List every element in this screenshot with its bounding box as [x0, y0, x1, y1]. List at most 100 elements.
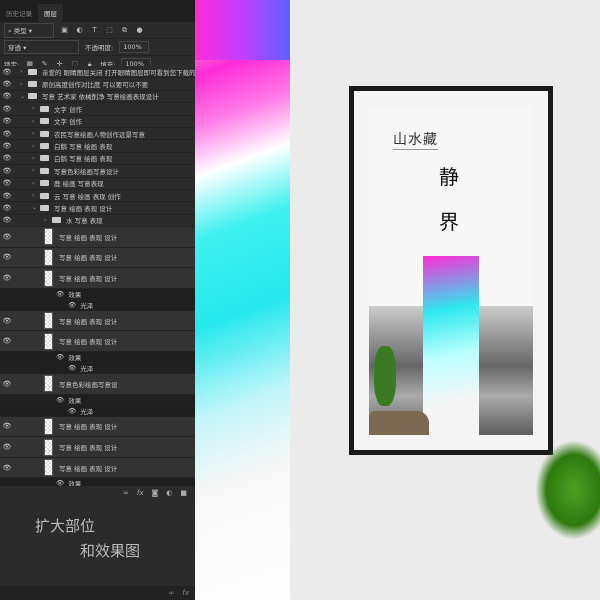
visibility-eye-icon[interactable]: 👁︎: [0, 443, 14, 451]
chevron-right-icon[interactable]: ›: [20, 68, 28, 75]
blend-mode-select[interactable]: 穿透 ▾: [4, 40, 79, 54]
chevron-right-icon[interactable]: ›: [32, 105, 40, 112]
fx-icon[interactable]: fx: [137, 489, 144, 497]
layer-item[interactable]: 👁︎ 写意 绘画 表现 设计: [0, 227, 195, 248]
chevron-right-icon[interactable]: ›: [32, 130, 40, 137]
layer-item[interactable]: 👁︎ 写意 绘画 表现 设计: [0, 331, 195, 353]
shape-filter-icon[interactable]: ⬚: [105, 26, 114, 34]
layer-group[interactable]: 👁︎ › 水 写意 表现: [0, 214, 195, 228]
layer-group[interactable]: 👁︎ › 鹿 绘画 写意表现: [0, 177, 195, 190]
plant-decoration: [535, 440, 600, 540]
chevron-right-icon[interactable]: ›: [32, 180, 40, 187]
chevron-right-icon[interactable]: ›: [32, 118, 40, 125]
visibility-eye-icon[interactable]: 👁︎: [0, 233, 14, 241]
adjustment-filter-icon[interactable]: ◐: [75, 26, 84, 34]
layer-group[interactable]: 👁︎ › 云 写意 绘画 表现 创作: [0, 189, 195, 203]
visibility-eye-icon[interactable]: 👁︎: [0, 192, 14, 200]
visibility-eye-icon[interactable]: 👁︎: [0, 380, 14, 388]
link-icon[interactable]: ∞: [123, 489, 129, 497]
tab-history[interactable]: 历史记录: [0, 4, 38, 22]
layer-list: 👁︎ › 亲爱的 眼睛图层关闭 打开眼睛图层即可看到您下载的方 👁︎ › 原创高度创作对比…: [0, 66, 195, 490]
visibility-eye-icon[interactable]: 👁︎: [56, 353, 64, 361]
chevron-down-icon[interactable]: ⌄: [32, 204, 40, 211]
layer-name: 效果: [68, 290, 82, 299]
layer-name: 写意 绘画 表现 设计: [59, 317, 118, 326]
layer-group[interactable]: 👁︎ › 文字 创作: [0, 103, 195, 116]
visibility-eye-icon[interactable]: 👁︎: [0, 92, 14, 100]
layer-group[interactable]: 👁︎ › 白鹅 写意 绘画 表现: [0, 152, 195, 166]
chevron-down-icon[interactable]: ⌄: [20, 93, 28, 100]
folder-icon: [40, 192, 49, 199]
folder-icon[interactable]: ■: [180, 489, 187, 497]
visibility-eye-icon[interactable]: 👁︎: [0, 337, 14, 345]
chevron-right-icon[interactable]: ›: [20, 81, 28, 88]
visibility-eye-icon[interactable]: 👁︎: [56, 396, 64, 404]
folder-icon: [28, 68, 37, 75]
chevron-right-icon[interactable]: ›: [32, 143, 40, 150]
layer-effect-item[interactable]: 👁︎ 光泽: [0, 405, 195, 417]
visibility-eye-icon[interactable]: 👁︎: [0, 317, 14, 325]
mask-icon[interactable]: ◙: [151, 489, 158, 497]
smart-object-filter-icon[interactable]: ⧉: [120, 26, 129, 35]
visibility-eye-icon[interactable]: 👁︎: [0, 167, 14, 175]
visibility-eye-icon[interactable]: 👁︎: [56, 290, 64, 298]
layer-name: 效果: [68, 396, 82, 405]
layer-item[interactable]: 👁︎ 写意 绘画 表现 设计: [0, 457, 195, 479]
layer-group[interactable]: 👁︎ › 白鹅 写意 绘画 表现: [0, 140, 195, 153]
layer-item[interactable]: 👁︎ 写意 绘画 表现 设计: [0, 310, 195, 332]
layer-group[interactable]: 👁︎ ⌄ 写意 绘画 表现 设计: [0, 202, 195, 215]
layer-group[interactable]: 👁︎ › 写意色彩绘画写意设计: [0, 165, 195, 178]
filter-kind-select[interactable]: ⌕ 类型 ▾: [4, 22, 54, 38]
layer-item[interactable]: 👁︎ 写意 绘画 表现 设计: [0, 268, 195, 289]
visibility-eye-icon[interactable]: 👁︎: [0, 117, 14, 125]
chevron-right-icon[interactable]: ›: [32, 167, 40, 174]
layer-effect-item[interactable]: 👁︎ 光泽: [0, 299, 195, 311]
visibility-eye-icon[interactable]: 👁︎: [68, 364, 76, 372]
panel-footer: ∞ fx: [0, 586, 195, 600]
layer-item[interactable]: 👁︎ 写意色彩绘画写意设: [0, 374, 195, 395]
folder-icon: [28, 81, 37, 88]
type-filter-icon[interactable]: T: [90, 26, 99, 34]
visibility-eye-icon[interactable]: 👁︎: [0, 216, 14, 224]
opacity-input[interactable]: 100%: [119, 41, 150, 53]
chevron-right-icon[interactable]: ›: [44, 217, 52, 224]
layer-name: 白鹅 写意 绘画 表现: [54, 155, 113, 164]
visibility-eye-icon[interactable]: 👁︎: [0, 274, 14, 282]
chevron-right-icon[interactable]: ›: [32, 192, 40, 199]
visibility-eye-icon[interactable]: 👁︎: [0, 204, 14, 212]
layer-effect-item[interactable]: 👁︎ 光泽: [0, 363, 195, 375]
layer-group[interactable]: 👁︎ › 农民写意绘画人物创作远景写意: [0, 127, 195, 141]
visibility-eye-icon[interactable]: 👁︎: [0, 68, 14, 76]
visibility-eye-icon[interactable]: 👁︎: [0, 80, 14, 88]
image-filter-icon[interactable]: ▣: [60, 26, 69, 34]
visibility-eye-icon[interactable]: 👁︎: [68, 407, 76, 415]
adjustment-icon[interactable]: ◐: [166, 489, 172, 497]
visibility-eye-icon[interactable]: 👁︎: [0, 130, 14, 138]
layer-group[interactable]: 👁︎ ⌄ 写意 艺术家 依械削净 写意绘画表现设计: [0, 90, 195, 104]
layer-effect-item[interactable]: 👁︎ 效果: [0, 352, 195, 364]
visibility-eye-icon[interactable]: 👁︎: [0, 105, 14, 113]
visibility-eye-icon[interactable]: 👁︎: [0, 422, 14, 430]
visibility-eye-icon[interactable]: 👁︎: [0, 154, 14, 162]
visibility-eye-icon[interactable]: 👁︎: [0, 142, 14, 150]
layer-thumbnail: [44, 312, 53, 330]
layer-effect-item[interactable]: 👁︎ 效果: [0, 394, 195, 406]
visibility-eye-icon[interactable]: 👁︎: [0, 179, 14, 187]
visibility-eye-icon[interactable]: 👁︎: [0, 464, 14, 472]
fx-icon[interactable]: fx: [182, 589, 189, 597]
folder-icon: [40, 105, 49, 112]
layer-group[interactable]: 👁︎ › 原创高度创作对比度 可以要可以不要: [0, 78, 195, 91]
visibility-eye-icon[interactable]: 👁︎: [68, 301, 76, 309]
visibility-eye-icon[interactable]: 👁︎: [0, 253, 14, 261]
filter-toggle-icon[interactable]: ●: [135, 26, 144, 34]
link-icon[interactable]: ∞: [169, 589, 175, 597]
tab-layers[interactable]: 图层: [38, 4, 63, 22]
layer-item[interactable]: 👁︎ 写意 绘画 表现 设计: [0, 437, 195, 458]
layer-effect-item[interactable]: 👁︎ 效果: [0, 288, 195, 300]
layer-item[interactable]: 👁︎ 写意 绘画 表现 设计: [0, 416, 195, 438]
chevron-right-icon[interactable]: ›: [32, 155, 40, 162]
layer-group[interactable]: 👁︎ › 文字 创作: [0, 115, 195, 128]
caption-line2: 和效果图: [80, 542, 141, 560]
layer-group[interactable]: 👁︎ › 亲爱的 眼睛图层关闭 打开眼睛图层即可看到您下载的方: [0, 66, 195, 79]
layer-item[interactable]: 👁︎ 写意 绘画 表现 设计: [0, 247, 195, 269]
